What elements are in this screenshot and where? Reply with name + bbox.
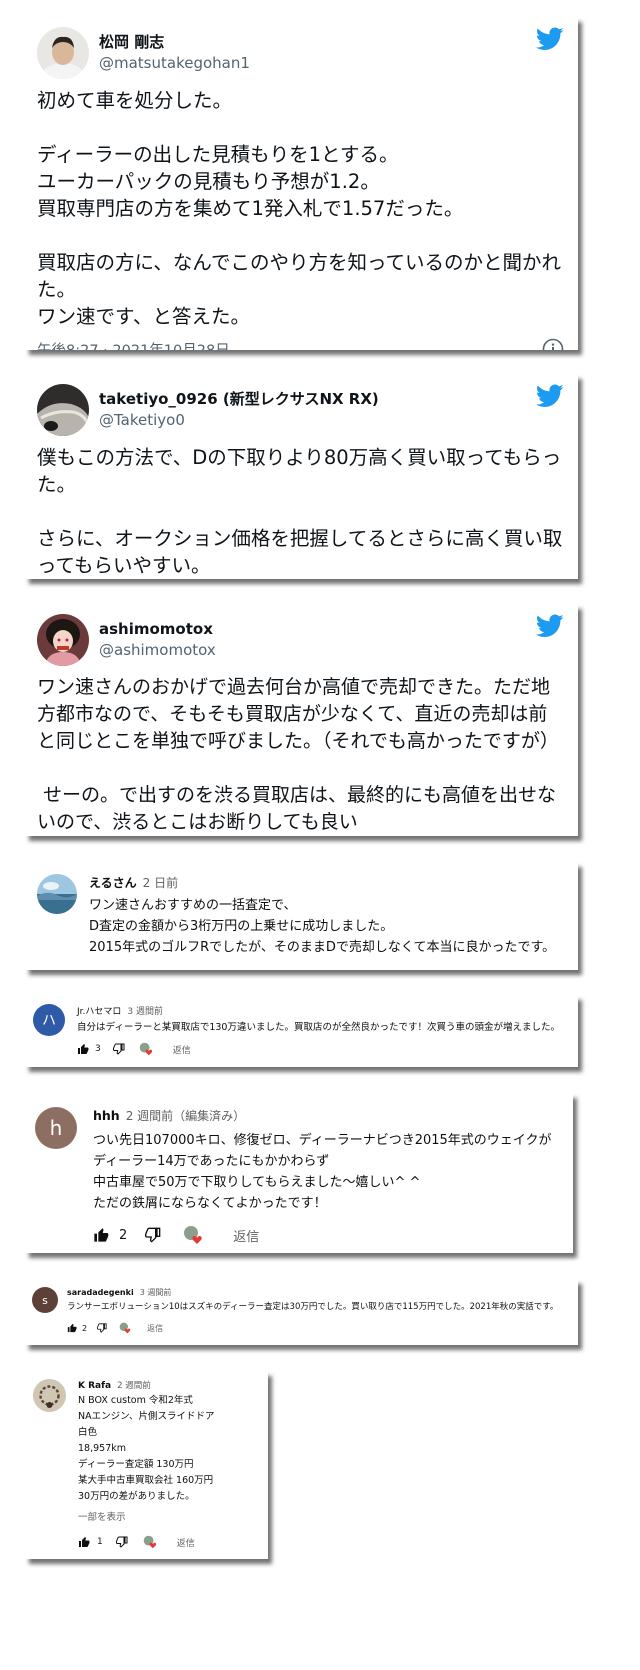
comment-card: ハ Jr.ハセマロ 3 週間前 自分はディーラーと某買取店で130万違いました。… — [25, 995, 578, 1067]
tweet-text: 初めて車を処分した。 ディーラーの出した見積もりを1とする。 ユーカーパックの見… — [37, 89, 561, 328]
thumbs-down-icon[interactable] — [97, 1323, 107, 1333]
comment-time[interactable]: 2 週間前（編集済み） — [126, 1107, 245, 1124]
comment-text: ランサーエボリューション10はスズキのディーラー査定は30万円でした。買い取り店… — [67, 1302, 559, 1312]
comment-card: えるさん 2 日前 ワン速さんおすすめの一括査定で、 D査定の金額から3桁万円の… — [25, 862, 578, 970]
author-handle[interactable]: @ashimomotox — [99, 640, 216, 661]
creator-heart-icon — [143, 1535, 156, 1549]
reply-button[interactable]: 返信 — [173, 1043, 191, 1056]
like-count: 2 — [82, 1323, 88, 1333]
commenter-name[interactable]: saradadegenki — [67, 1288, 134, 1297]
thumbs-up-icon[interactable] — [77, 1043, 89, 1055]
thumbs-up-icon[interactable] — [93, 1227, 109, 1243]
avatar[interactable]: ハ — [33, 1004, 65, 1036]
comment-text: N BOX custom 令和2年式 NAエンジン、片側スライドドア 白色 18… — [78, 1395, 215, 1502]
tweet-timestamp[interactable]: 午後8:27 · 2021年10月28日 — [37, 339, 230, 351]
comment-card: s saradadegenki 3 週間前 ランサーエボリューション10はスズキ… — [25, 1279, 578, 1345]
creator-heart-icon — [184, 1226, 203, 1244]
tweet-text: 僕もこの方法で、Dの下取りより80万高く買い取ってもらった。 さらに、オークショ… — [37, 444, 564, 579]
like-count: 2 — [119, 1227, 128, 1243]
thumbs-down-icon[interactable] — [112, 1043, 125, 1055]
author-name[interactable]: 松岡 剛志 — [99, 32, 250, 53]
avatar-letter: ハ — [42, 1013, 56, 1029]
tweet-header: ashimomotox @ashimomotox — [37, 614, 564, 666]
avatar[interactable]: s — [32, 1287, 58, 1313]
avatar[interactable] — [37, 384, 89, 436]
comment-text: 自分はディーラーと某買取店で130万違いました。買取店のが全然良かったです！次買… — [77, 1022, 560, 1033]
avatar-letter: s — [42, 1293, 48, 1307]
thumbs-down-icon[interactable] — [145, 1227, 161, 1243]
thumbs-up-icon[interactable] — [67, 1323, 77, 1333]
comment-time[interactable]: 3 週間前 — [140, 1287, 172, 1298]
reply-button[interactable]: 返信 — [177, 1536, 195, 1549]
creator-heart-icon — [139, 1042, 152, 1056]
twitter-bird-icon[interactable] — [536, 384, 564, 408]
comment-time[interactable]: 2 週間前 — [117, 1379, 151, 1391]
avatar[interactable] — [37, 614, 89, 666]
tweet-card: 松岡 剛志 @matsutakegohan1 初めて車を処分した。 ディーラーの… — [25, 17, 578, 350]
comment-card: h hhh 2 週間前（編集済み） つい先日107000キロ、修復ゼロ、ディーラ… — [25, 1093, 573, 1253]
avatar-letter: h — [49, 1116, 63, 1140]
reply-button[interactable]: 返信 — [147, 1323, 163, 1334]
tweet-text: ワン速さんのおかげで過去何台か高値で売却できた。ただ地方都市なので、そもそも買取… — [37, 676, 559, 833]
like-count: 1 — [97, 1537, 103, 1547]
comment-time[interactable]: 2 日前 — [143, 874, 178, 891]
author-name[interactable]: taketiyo_0926 (新型レクサスNX RX) — [99, 389, 379, 410]
avatar[interactable] — [37, 874, 77, 914]
comment-card: K Rafa 2 週間前 N BOX custom 令和2年式 NAエンジン、片… — [25, 1371, 268, 1559]
show-more-link[interactable]: 一部を表示 — [78, 1509, 260, 1523]
comment-text: つい先日107000キロ、修復ゼロ、ディーラーナビつき2015年式のウェイクが … — [93, 1133, 552, 1211]
thumbs-up-icon[interactable] — [78, 1536, 90, 1548]
info-icon[interactable] — [542, 338, 564, 350]
creator-heart-icon — [119, 1322, 131, 1334]
author-handle[interactable]: @Taketiyo0 — [99, 410, 379, 431]
tweet-header: taketiyo_0926 (新型レクサスNX RX) @Taketiyo0 — [37, 384, 564, 436]
thumbs-down-icon[interactable] — [115, 1536, 128, 1548]
reply-button[interactable]: 返信 — [233, 1226, 259, 1245]
twitter-bird-icon[interactable] — [536, 614, 564, 638]
tweet-text-body: 僕もこの方法で、Dの下取りより80万高く買い取ってもらった。 さらに、オークショ… — [37, 446, 563, 577]
comment-text: ワン速さんおすすめの一括査定で、 D査定の金額から3桁万円の上乗せに成功しました… — [89, 898, 556, 955]
commenter-name[interactable]: hhh — [93, 1108, 120, 1123]
tweet-header: 松岡 剛志 @matsutakegohan1 — [37, 27, 564, 79]
comment-time[interactable]: 3 週間前 — [127, 1004, 163, 1017]
twitter-bird-icon[interactable] — [536, 27, 564, 51]
tweet-card: taketiyo_0926 (新型レクサスNX RX) @Taketiyo0 僕… — [25, 374, 578, 579]
commenter-name[interactable]: えるさん — [89, 874, 137, 891]
tweet-card: ashimomotox @ashimomotox ワン速さんのおかげで過去何台か… — [25, 604, 578, 836]
author-name[interactable]: ashimomotox — [99, 619, 216, 640]
avatar[interactable] — [33, 1379, 66, 1412]
avatar[interactable]: h — [35, 1107, 77, 1149]
author-handle[interactable]: @matsutakegohan1 — [99, 53, 250, 74]
commenter-name[interactable]: Jr.ハセマロ — [77, 1004, 121, 1017]
like-count: 3 — [95, 1044, 101, 1054]
avatar[interactable] — [37, 27, 89, 79]
commenter-name[interactable]: K Rafa — [78, 1381, 111, 1391]
